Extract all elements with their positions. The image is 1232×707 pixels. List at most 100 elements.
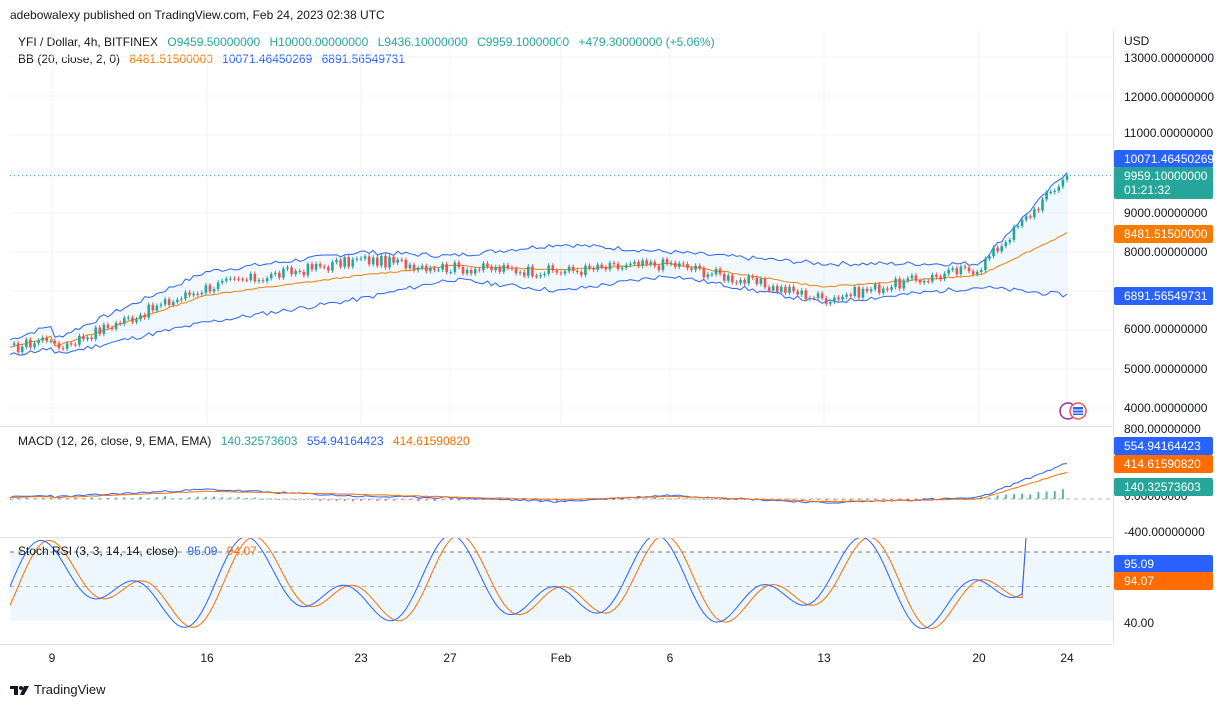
candle-body: [563, 271, 567, 274]
candle-body: [196, 293, 200, 295]
macd-histogram-bar: [1053, 491, 1056, 499]
stoch-d-value: 94.07: [226, 544, 257, 558]
candle-body: [1049, 191, 1052, 193]
candle-body: [1045, 192, 1048, 200]
price-axis-border: [1113, 30, 1114, 644]
candle-body: [278, 272, 281, 278]
candle-body: [959, 266, 963, 275]
pane-divider[interactable]: [0, 426, 1113, 427]
candle-body: [494, 266, 497, 271]
candle-body: [828, 302, 832, 304]
candle-body: [926, 281, 930, 283]
macd-histogram-bar: [10, 498, 11, 500]
candle-body: [392, 256, 395, 263]
publication-header: adebowalexy published on TradingView.com…: [10, 8, 385, 22]
candle-body: [53, 341, 57, 344]
candle-body: [220, 280, 224, 283]
macd-histogram-bar: [433, 499, 436, 501]
candle-body: [616, 263, 620, 269]
macd-histogram-bar: [694, 498, 697, 500]
candle-body: [249, 273, 253, 281]
macd-histogram-bar: [196, 496, 199, 499]
candle-body: [29, 339, 32, 348]
candle-body: [608, 263, 612, 270]
stoch-label[interactable]: Stoch RSI (3, 3, 14, 14, close): [18, 544, 178, 558]
candle-body: [890, 287, 893, 290]
macd-histogram-bar: [833, 499, 836, 501]
candle-body: [886, 288, 889, 290]
macd-histogram-bar: [408, 499, 411, 500]
candle-body: [310, 264, 314, 270]
macd-histogram-bar: [1037, 492, 1040, 499]
candle-body: [396, 259, 400, 263]
macd-histogram-bar: [147, 498, 150, 500]
price-tick: 8000.00000000: [1124, 245, 1208, 259]
candle-body: [486, 263, 489, 267]
candle-body: [600, 264, 604, 268]
candle-body: [16, 343, 20, 352]
macd-histogram-bar: [1029, 494, 1032, 499]
candle-body: [94, 327, 98, 340]
time-label: 13: [817, 651, 831, 665]
candle-body: [645, 260, 648, 265]
candle-body: [180, 298, 183, 300]
candle-body: [759, 278, 763, 284]
candle-body: [212, 289, 216, 292]
macd-line-tag: 554.94164423: [1114, 437, 1213, 455]
candle-body: [947, 269, 950, 274]
candle-body: [86, 337, 89, 340]
macd-histogram-bar: [25, 497, 28, 499]
macd-histogram-bar: [678, 497, 681, 499]
candle-body: [869, 289, 873, 292]
candle-body: [57, 343, 61, 348]
candle-body: [653, 261, 657, 267]
candle-body: [110, 327, 114, 330]
candle-body: [1028, 216, 1032, 218]
macd-histogram-bar: [82, 498, 85, 500]
candle-body: [841, 296, 844, 300]
candle-body: [849, 294, 853, 296]
macd-histogram-bar: [311, 498, 313, 500]
candle-body: [580, 271, 583, 276]
candle-body: [1041, 199, 1044, 211]
candle-body: [714, 269, 718, 275]
stoch-k-value: 95.09: [187, 544, 218, 558]
macd-histogram-bar: [841, 499, 844, 501]
macd-histogram-bar: [66, 498, 69, 500]
price-chart[interactable]: [10, 30, 1113, 425]
candle-body: [992, 247, 995, 257]
macd-histogram-bar: [237, 496, 240, 499]
candle-body: [1024, 216, 1028, 220]
candle-body: [722, 273, 726, 281]
candle-body: [33, 343, 36, 348]
events-flag-icon[interactable]: [1059, 401, 1089, 421]
macd-histogram-bar: [1045, 491, 1048, 499]
macd-histogram-bar: [41, 498, 44, 500]
candle-body: [433, 268, 436, 270]
macd-chart[interactable]: [10, 428, 1113, 536]
currency-label[interactable]: USD: [1124, 34, 1149, 48]
candle-body: [233, 278, 236, 280]
candle-body: [996, 247, 999, 252]
candle-body: [400, 259, 404, 261]
candle-body: [159, 304, 163, 306]
candle-body: [61, 347, 65, 349]
macd-histogram-bar: [319, 499, 322, 501]
candle-body: [747, 276, 750, 284]
macd-histogram-bar: [245, 497, 248, 499]
candle-body: [906, 278, 910, 281]
candle-body: [412, 264, 416, 271]
candle-body: [502, 265, 506, 272]
macd-histogram-bar: [278, 499, 281, 500]
candle-body: [1057, 186, 1061, 191]
time-axis-divider: [0, 644, 1113, 645]
candle-body: [710, 274, 714, 276]
macd-histogram-bar: [359, 499, 362, 501]
candle-body: [298, 270, 302, 272]
tradingview-logo[interactable]: TradingView: [10, 682, 106, 697]
candle-body: [857, 287, 861, 298]
candle-body: [482, 263, 485, 271]
macd-histogram-bar: [466, 499, 469, 500]
stoch-tick: 40.00: [1124, 616, 1155, 630]
candle-body: [188, 292, 191, 296]
